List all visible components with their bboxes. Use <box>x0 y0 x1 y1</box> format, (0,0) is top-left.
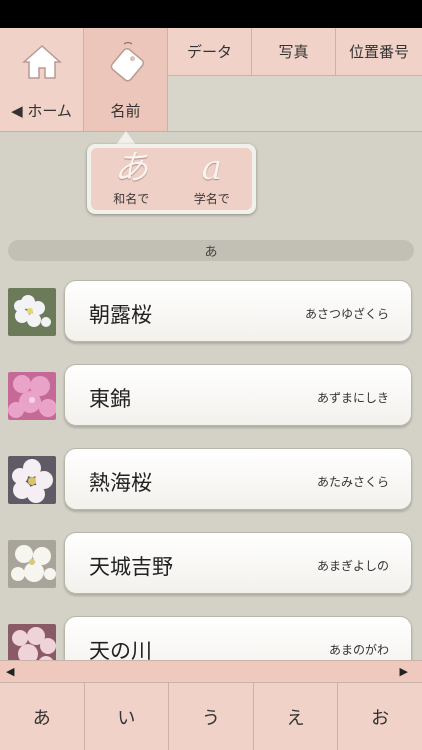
list-item[interactable]: 天の川 あまのがわ <box>0 614 422 660</box>
horizontal-scrollbar[interactable]: ◀ ▶ <box>0 660 422 682</box>
flower-thumbnail <box>8 540 56 588</box>
sort-japanese-label: 和名で <box>113 192 150 206</box>
home-icon <box>20 40 64 84</box>
kana-tab-i[interactable]: い <box>85 683 170 750</box>
kana-tab-o[interactable]: お <box>338 683 422 750</box>
kana-index-bar: あ い う え お <box>0 682 422 750</box>
sort-by-japanese-name-button[interactable]: あ 和名で <box>91 148 172 210</box>
home-button[interactable]: ◀ ホーム <box>0 28 84 131</box>
kana-tab-u[interactable]: う <box>169 683 254 750</box>
sort-popover: あ 和名で a 学名で <box>87 144 256 214</box>
cultivar-reading: あさつゆざくら <box>304 307 389 321</box>
home-label: ◀ ホーム <box>11 102 72 120</box>
cultivar-card[interactable]: 熱海桜 あたみさくら <box>64 448 412 510</box>
top-nav: ◀ ホーム 名前 データ 写真 位置番号 <box>0 28 422 132</box>
cultivar-reading: あたみさくら <box>316 475 389 489</box>
cherry-list[interactable]: 朝露桜 あさつゆざくら 東錦 あずまにしき 熱海桜 あたみさくら 天城吉野 あま… <box>0 278 422 660</box>
list-item[interactable]: 熱海桜 あたみさくら <box>0 446 422 512</box>
flower-thumbnail <box>8 372 56 420</box>
name-tab[interactable]: 名前 <box>84 28 168 131</box>
photo-tab[interactable]: 写真 <box>252 28 336 76</box>
position-number-tab[interactable]: 位置番号 <box>336 28 422 76</box>
sort-by-scientific-name-button[interactable]: a 学名で <box>172 148 253 210</box>
cultivar-name: 天の川 <box>89 639 152 660</box>
tag-icon <box>104 40 148 84</box>
cultivar-reading: あまぎよしの <box>316 559 389 573</box>
cultivar-card[interactable]: 朝露桜 あさつゆざくら <box>64 280 412 342</box>
flower-thumbnail <box>8 624 56 660</box>
hiragana-a-icon: あ <box>114 148 149 188</box>
cultivar-name: 東錦 <box>89 387 131 411</box>
cultivar-name: 熱海桜 <box>89 471 152 495</box>
cultivar-name: 朝露桜 <box>89 303 152 327</box>
scroll-left-icon[interactable]: ◀ <box>6 665 14 678</box>
cultivar-reading: あまのがわ <box>328 643 389 657</box>
cultivar-name: 天城吉野 <box>89 555 173 579</box>
data-tab[interactable]: データ <box>168 28 252 76</box>
list-item[interactable]: 朝露桜 あさつゆざくら <box>0 278 422 344</box>
name-label: 名前 <box>110 102 141 120</box>
cultivar-reading: あずまにしき <box>316 391 389 405</box>
flower-thumbnail <box>8 288 56 336</box>
status-bar <box>0 0 422 28</box>
kana-tab-a[interactable]: あ <box>0 683 85 750</box>
flower-thumbnail <box>8 456 56 504</box>
kana-tab-e[interactable]: え <box>254 683 339 750</box>
list-item[interactable]: 東錦 あずまにしき <box>0 362 422 428</box>
sort-scientific-label: 学名で <box>193 192 230 206</box>
cultivar-card[interactable]: 天城吉野 あまぎよしの <box>64 532 412 594</box>
section-header: あ <box>8 240 414 261</box>
list-item[interactable]: 天城吉野 あまぎよしの <box>0 530 422 596</box>
cultivar-card[interactable]: 天の川 あまのがわ <box>64 616 412 660</box>
cultivar-card[interactable]: 東錦 あずまにしき <box>64 364 412 426</box>
latin-a-icon: a <box>201 148 222 188</box>
scroll-right-icon[interactable]: ▶ <box>400 665 408 678</box>
popover-arrow <box>116 131 136 145</box>
